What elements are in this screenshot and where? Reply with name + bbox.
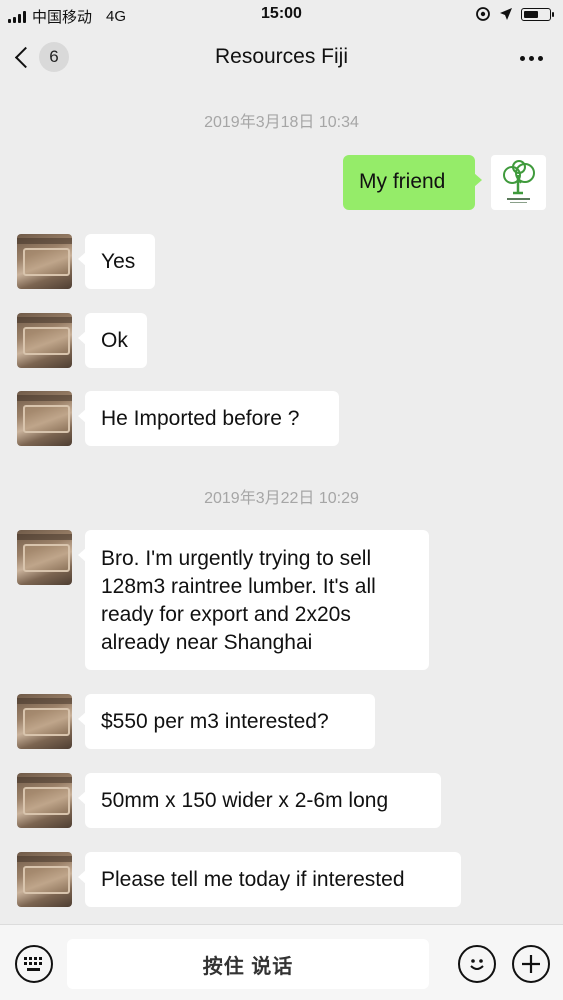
contact-avatar[interactable] — [17, 852, 72, 907]
chat-title: Resources Fiji — [214, 45, 349, 68]
hold-to-talk-button[interactable]: 按住 说话 — [67, 939, 429, 989]
message-text: 50mm x 150 wider x 2-6m long — [101, 789, 389, 812]
battery-icon — [521, 7, 554, 21]
message-line: Bro. I'm urgently trying to sell — [101, 547, 372, 570]
contact-avatar[interactable] — [17, 530, 72, 585]
more-dots-icon[interactable] — [520, 56, 543, 61]
emoji-button[interactable] — [458, 945, 496, 983]
timestamp: 2019年3月18日 10:34 — [204, 114, 359, 131]
keyboard-icon — [24, 957, 42, 971]
plus-button[interactable] — [512, 945, 550, 983]
message-text: Please tell me today if interested — [101, 868, 405, 891]
status-bar: 中国移动 4G 15:00 — [0, 0, 563, 30]
location-arrow-icon — [500, 8, 512, 20]
contact-avatar[interactable] — [17, 773, 72, 828]
contact-avatar[interactable] — [17, 694, 72, 749]
message-text: Ok — [101, 329, 128, 352]
incoming-message[interactable]: Please tell me today if interested — [78, 852, 461, 907]
contact-avatar[interactable] — [17, 234, 72, 289]
timestamp: 2019年3月22日 10:29 — [204, 490, 359, 507]
tree-logo-icon — [503, 160, 535, 203]
input-bar: 按住 说话 — [0, 924, 563, 1000]
message-text: My friend — [359, 170, 446, 193]
incoming-message[interactable]: He Imported before ? — [78, 391, 339, 446]
message-text: $550 per m3 interested? — [101, 710, 329, 733]
status-right — [475, 6, 554, 22]
message-line: already near Shanghai — [101, 631, 313, 654]
location-lock-icon — [476, 7, 490, 21]
message-text: He Imported before ? — [101, 407, 300, 430]
incoming-message[interactable]: $550 per m3 interested? — [78, 694, 375, 749]
contact-avatar[interactable] — [17, 313, 72, 368]
incoming-message[interactable]: Bro. I'm urgently trying to sell 128m3 r… — [78, 530, 429, 670]
keyboard-button[interactable] — [15, 945, 53, 983]
emoji-icon — [470, 959, 484, 970]
plus-icon — [522, 955, 540, 973]
my-avatar[interactable] — [491, 155, 546, 210]
message-line: ready for export and 2x20s — [101, 603, 351, 626]
message-text: Yes — [101, 250, 136, 273]
outgoing-message[interactable]: My friend — [343, 155, 482, 210]
incoming-message[interactable]: Ok — [78, 313, 147, 368]
incoming-message[interactable]: Yes — [78, 234, 155, 289]
incoming-message[interactable]: 50mm x 150 wider x 2-6m long — [78, 773, 441, 828]
nav-bar: 6 Resources Fiji — [0, 30, 563, 86]
message-line: 128m3 raintree lumber. It's all — [101, 575, 376, 598]
contact-avatar[interactable] — [17, 391, 72, 446]
